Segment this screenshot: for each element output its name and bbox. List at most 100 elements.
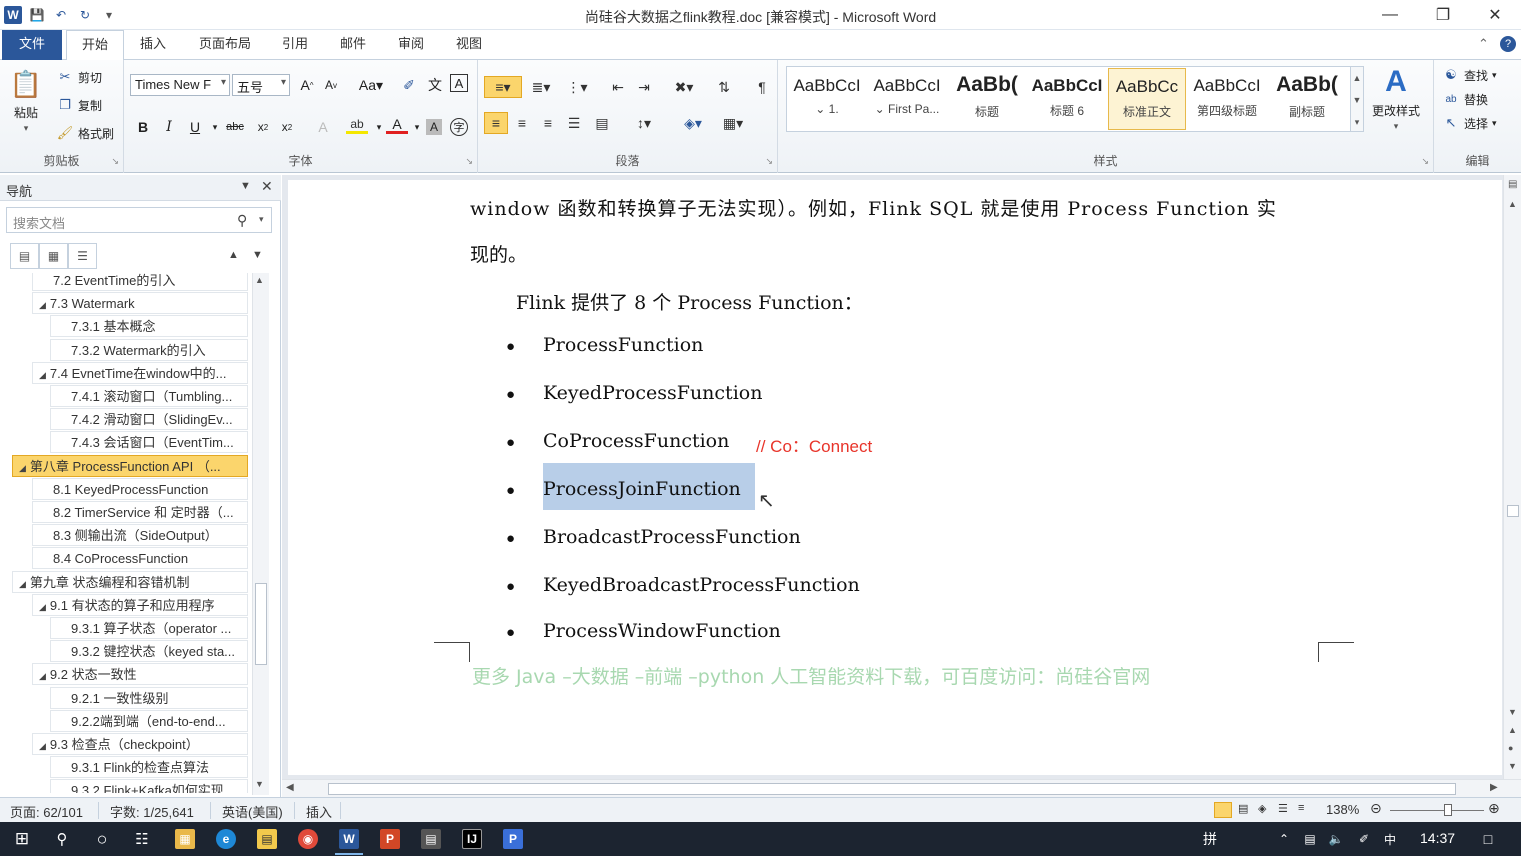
- ime-mode-icon[interactable]: 中: [1378, 827, 1402, 851]
- multilevel-list-icon[interactable]: ⋮▾: [562, 76, 592, 98]
- edge-browser-icon[interactable]: e: [216, 829, 236, 849]
- search-icon[interactable]: ⚲: [50, 827, 74, 851]
- justify-icon[interactable]: ☰: [562, 112, 586, 134]
- file-explorer-icon[interactable]: ▦: [175, 829, 195, 849]
- char-shading-icon[interactable]: A: [426, 119, 442, 135]
- dialog-launcher-icon[interactable]: ↘: [765, 156, 773, 167]
- outline-icon[interactable]: ☰: [1278, 802, 1288, 815]
- pen-icon[interactable]: ✐: [1352, 827, 1376, 851]
- borders-icon[interactable]: ▦▾: [716, 112, 750, 134]
- text-effects-icon[interactable]: A: [312, 116, 334, 138]
- close-button[interactable]: ✕: [1472, 0, 1518, 30]
- task-view-icon[interactable]: ☷: [130, 827, 154, 851]
- results-view-icon[interactable]: ☰: [68, 243, 97, 269]
- nav-item[interactable]: 9.3.2 Flink+Kafka如何实现...: [50, 779, 248, 793]
- subscript-icon[interactable]: x2: [252, 116, 274, 138]
- network-icon[interactable]: ▤: [1298, 827, 1322, 851]
- superscript-icon[interactable]: x2: [276, 116, 298, 138]
- expand-arrow-icon[interactable]: ◢: [19, 463, 26, 473]
- align-center-icon[interactable]: ≡: [510, 112, 534, 134]
- tab-insert[interactable]: 插入: [128, 30, 178, 60]
- app-icon[interactable]: P: [503, 829, 523, 849]
- expand-arrow-icon[interactable]: ◢: [39, 602, 46, 612]
- bold-icon[interactable]: B: [132, 116, 154, 138]
- insert-mode[interactable]: 插入: [306, 802, 332, 821]
- volume-icon[interactable]: 🔈: [1324, 827, 1348, 851]
- scroll-right-icon[interactable]: ▶: [1490, 782, 1498, 793]
- vertical-scroll-thumb[interactable]: [1507, 505, 1519, 517]
- restore-button[interactable]: ❐: [1420, 0, 1466, 30]
- next-page-icon[interactable]: ▼: [1508, 761, 1517, 771]
- grow-font-icon[interactable]: A ^: [296, 74, 318, 96]
- distributed-icon[interactable]: ▤: [590, 112, 614, 134]
- browse-object-icon[interactable]: ●: [1508, 743, 1513, 753]
- paste-button[interactable]: 📋 粘贴 ▾: [10, 66, 42, 134]
- enclose-char-icon[interactable]: 字: [450, 118, 468, 136]
- nav-item[interactable]: ◢ 7.3 Watermark: [32, 292, 248, 315]
- nav-search-input[interactable]: 搜索文档 ⚲ ▾: [6, 207, 272, 233]
- decrease-indent-icon[interactable]: ⇤: [606, 76, 630, 98]
- strikethrough-icon[interactable]: abc: [224, 116, 246, 138]
- scroll-down-icon[interactable]: ▼: [255, 779, 264, 789]
- highlight-icon[interactable]: ab: [346, 116, 368, 134]
- tab-view[interactable]: 视图: [446, 30, 492, 60]
- shrink-font-icon[interactable]: Av: [320, 74, 342, 96]
- nav-item[interactable]: 8.3 侧输出流（SideOutput）: [32, 524, 248, 547]
- vertical-scrollbar[interactable]: ▤ ▲ ▼ ▲ ● ▼: [1503, 175, 1521, 779]
- zoom-slider-track[interactable]: [1390, 810, 1484, 811]
- nav-item[interactable]: ◢ 9.1 有状态的算子和应用程序: [32, 593, 248, 616]
- dialog-launcher-icon[interactable]: ↘: [1421, 156, 1429, 167]
- format-painter-button[interactable]: 🖌 格式刷: [56, 124, 114, 142]
- underline-dropdown-icon[interactable]: ▾: [204, 116, 226, 138]
- tab-file[interactable]: 文件: [2, 30, 62, 60]
- zoom-in-icon[interactable]: ⊕: [1488, 800, 1500, 817]
- nav-scrollbar[interactable]: ▲ ▼: [252, 273, 269, 795]
- scroll-up-icon[interactable]: ▲: [1508, 199, 1517, 209]
- dialog-launcher-icon[interactable]: ↘: [111, 156, 119, 167]
- word-taskbar-icon[interactable]: W: [335, 829, 363, 855]
- nav-scroll-thumb[interactable]: [255, 583, 267, 665]
- document-page[interactable]: window 函数和转换算子无法实现）。例如，Flink SQL 就是使用 Pr…: [288, 180, 1502, 775]
- expand-arrow-icon[interactable]: ◢: [39, 370, 46, 380]
- font-color-dropdown-icon[interactable]: ▾: [406, 116, 428, 138]
- change-case-icon[interactable]: Aa▾: [356, 74, 386, 96]
- show-marks-icon[interactable]: ¶: [750, 76, 774, 98]
- nav-item-selected[interactable]: ◢ 第八章 ProcessFunction API （...: [12, 454, 248, 477]
- char-border-icon[interactable]: A: [450, 74, 468, 92]
- nav-menu-icon[interactable]: ▼: [240, 180, 251, 192]
- help-icon[interactable]: ?: [1500, 36, 1516, 52]
- zoom-level[interactable]: 138%: [1326, 802, 1359, 817]
- font-size-combo[interactable]: 五号 ▾: [232, 74, 290, 96]
- horizontal-scroll-thumb[interactable]: [328, 783, 1456, 795]
- search-icon[interactable]: ⚲: [237, 212, 247, 229]
- style-item[interactable]: AaBbCc 标准正文: [1108, 68, 1186, 130]
- collapse-ribbon-icon[interactable]: ⌃: [1478, 36, 1489, 52]
- shading-icon[interactable]: ◈▾: [676, 112, 710, 134]
- select-button[interactable]: ↖ 选择 ▾: [1442, 114, 1497, 132]
- line-spacing-icon[interactable]: ↕▾: [628, 112, 660, 134]
- style-item[interactable]: AaBb(标题: [948, 68, 1026, 130]
- expand-arrow-icon[interactable]: ◢: [39, 300, 46, 310]
- clock[interactable]: 14:37: [1420, 830, 1455, 846]
- nav-next-icon[interactable]: ▼: [252, 249, 263, 261]
- nav-item[interactable]: ◢ 7.4 EvnetTime在window中的...: [32, 361, 248, 384]
- font-color-icon[interactable]: A: [386, 116, 408, 134]
- style-item[interactable]: AaBbCcI ⌄ 1.: [788, 68, 866, 130]
- nav-item[interactable]: 7.2 EventTime的引入: [32, 273, 248, 291]
- app-icon[interactable]: ▤: [421, 829, 441, 849]
- increase-indent-icon[interactable]: ⇥: [632, 76, 656, 98]
- language-indicator[interactable]: 英语(美国): [222, 802, 283, 821]
- word-count[interactable]: 字数: 1/25,641: [110, 802, 194, 821]
- ime-indicator[interactable]: 拼: [1198, 827, 1222, 851]
- nav-item[interactable]: 7.4.2 滑动窗口（SlidingEv...: [50, 408, 248, 431]
- tab-references[interactable]: 引用: [272, 30, 318, 60]
- italic-icon[interactable]: I: [158, 116, 180, 138]
- cut-button[interactable]: ✂ 剪切: [56, 68, 102, 86]
- dialog-launcher-icon[interactable]: ↘: [465, 156, 473, 167]
- nav-item[interactable]: 7.3.1 基本概念: [50, 315, 248, 338]
- expand-arrow-icon[interactable]: ◢: [39, 671, 46, 681]
- nav-item[interactable]: 7.3.2 Watermark的引入: [50, 338, 248, 361]
- nav-item[interactable]: ◢ 9.3 检查点（checkpoint）: [32, 733, 248, 755]
- change-styles-button[interactable]: A 更改样式 ▾: [1372, 64, 1420, 132]
- nav-item[interactable]: 7.4.1 滚动窗口（Tumbling...: [50, 385, 248, 407]
